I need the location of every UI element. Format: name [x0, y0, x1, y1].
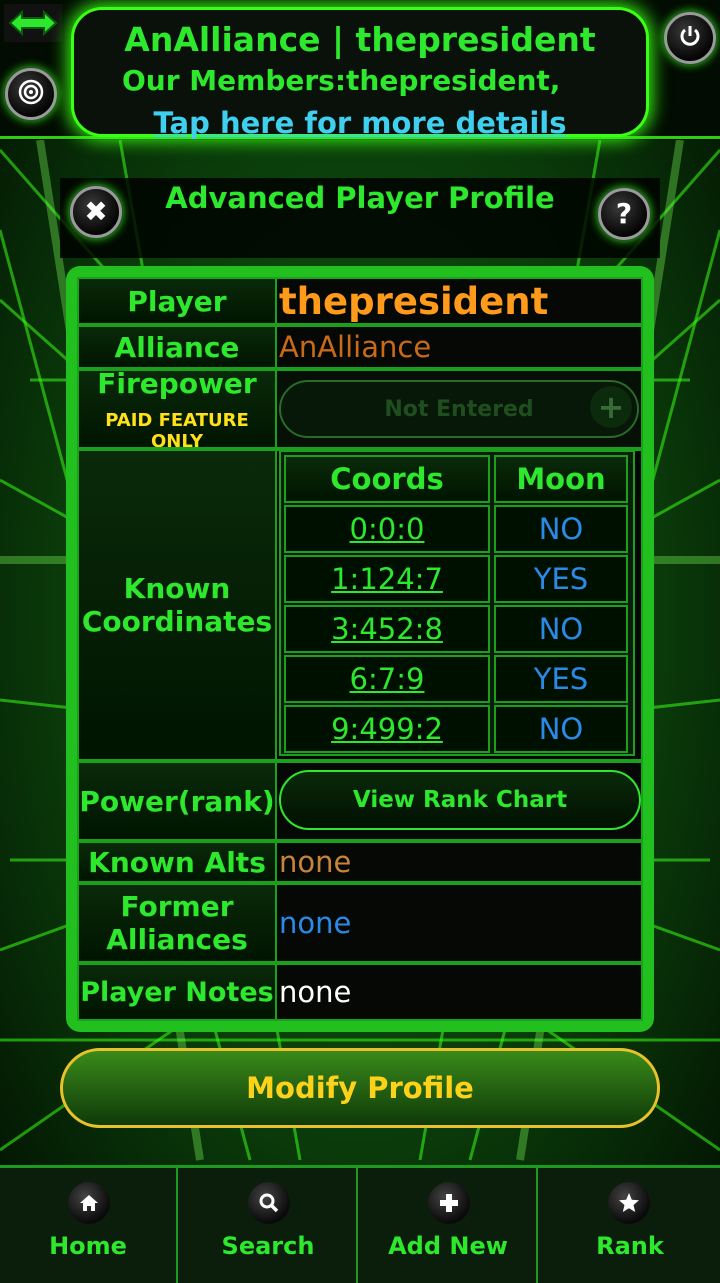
notes-label: Player Notes	[80, 976, 274, 1008]
notes-value-cell: none	[275, 963, 643, 1021]
firepower-label-cell: Firepower PAID FEATURE ONLY	[77, 369, 277, 449]
known-coords-label-line1: Known	[123, 572, 231, 605]
player-label: Player	[127, 284, 227, 318]
moon-value: YES	[494, 555, 628, 603]
notes-label-cell: Player Notes	[77, 963, 277, 1021]
moon-value: NO	[494, 605, 628, 653]
alliance-label: Alliance	[114, 330, 240, 364]
coord-link[interactable]: 0:0:0	[284, 505, 490, 553]
alliance-value-cell: AnAlliance	[275, 325, 643, 369]
player-notes-value: none	[279, 975, 352, 1009]
coord-link[interactable]: 6:7:9	[284, 655, 490, 703]
coord-link[interactable]: 1:124:7	[284, 555, 490, 603]
alliance-header: AnAlliance | thepresident Our Members:th…	[74, 10, 646, 140]
plus-icon[interactable]: +	[590, 386, 632, 428]
nav-home[interactable]: Home	[0, 1168, 178, 1283]
firepower-label: Firepower	[97, 369, 257, 400]
close-icon: ✖	[84, 195, 108, 228]
alts-label-cell: Known Alts	[77, 841, 277, 883]
nav-home-label: Home	[49, 1232, 127, 1260]
moon-value: NO	[494, 705, 628, 753]
former-label-line2: Alliances	[106, 923, 248, 956]
player-label-cell: Player	[77, 277, 277, 325]
modify-profile-button[interactable]: Modify Profile	[60, 1048, 660, 1128]
nav-rank-label: Rank	[596, 1232, 664, 1260]
firepower-button[interactable]: Not Entered	[279, 380, 639, 438]
details-link[interactable]: Tap here for more details	[74, 106, 646, 140]
help-button[interactable]: ?	[598, 188, 650, 240]
power-button[interactable]	[664, 12, 716, 64]
radar-button[interactable]	[5, 68, 57, 120]
moon-value: YES	[494, 655, 628, 703]
target-icon	[18, 79, 44, 109]
coord-link[interactable]: 3:452:8	[284, 605, 490, 653]
view-rank-chart-button[interactable]: View Rank Chart	[279, 770, 641, 830]
nav-search[interactable]: Search	[180, 1168, 358, 1283]
known-coords-label-cell: Known Coordinates	[77, 449, 277, 761]
power-icon	[678, 24, 702, 52]
firepower-value: Not Entered	[384, 396, 534, 422]
alts-label: Known Alts	[88, 845, 266, 879]
alliance-name: AnAlliance	[279, 330, 432, 364]
nav-rank[interactable]: Rank	[540, 1168, 720, 1283]
app-logo	[4, 4, 62, 42]
power-label: Power(rank)	[79, 784, 275, 818]
player-value-cell: thepresident	[275, 277, 643, 325]
paid-feature-label: PAID FEATURE ONLY	[105, 409, 249, 449]
former-label-line1: Former	[120, 890, 234, 923]
former-alliances-value: none	[279, 906, 352, 940]
coords-header: Coords	[284, 455, 490, 503]
alliance-title: AnAlliance | thepresident	[124, 20, 596, 59]
alts-value-cell: none	[275, 841, 643, 883]
bottom-nav: Home Search Add New Rank	[0, 1165, 720, 1283]
nav-add-new[interactable]: Add New	[360, 1168, 538, 1283]
coord-link[interactable]: 9:499:2	[284, 705, 490, 753]
plus-icon	[428, 1182, 470, 1224]
help-icon: ?	[615, 197, 633, 230]
home-icon	[68, 1182, 110, 1224]
nav-add-new-label: Add New	[388, 1232, 508, 1260]
dialog-title: Advanced Player Profile	[165, 181, 555, 215]
former-label-cell: Former Alliances	[77, 883, 277, 963]
known-coords-label-line2: Coordinates	[81, 605, 273, 638]
alliance-label-cell: Alliance	[77, 325, 277, 369]
alts-value: none	[279, 845, 352, 879]
dialog-title-bar: Advanced Player Profile	[60, 178, 660, 258]
close-button[interactable]: ✖	[70, 186, 122, 238]
moon-value: NO	[494, 505, 628, 553]
nav-search-label: Search	[221, 1232, 315, 1260]
search-icon	[248, 1182, 290, 1224]
moon-header: Moon	[494, 455, 628, 503]
former-value-cell: none	[275, 883, 643, 963]
star-icon	[608, 1182, 650, 1224]
alliance-members: Our Members:thepresident,	[122, 64, 561, 97]
player-name: thepresident	[279, 279, 549, 323]
power-label-cell: Power(rank)	[77, 761, 277, 841]
